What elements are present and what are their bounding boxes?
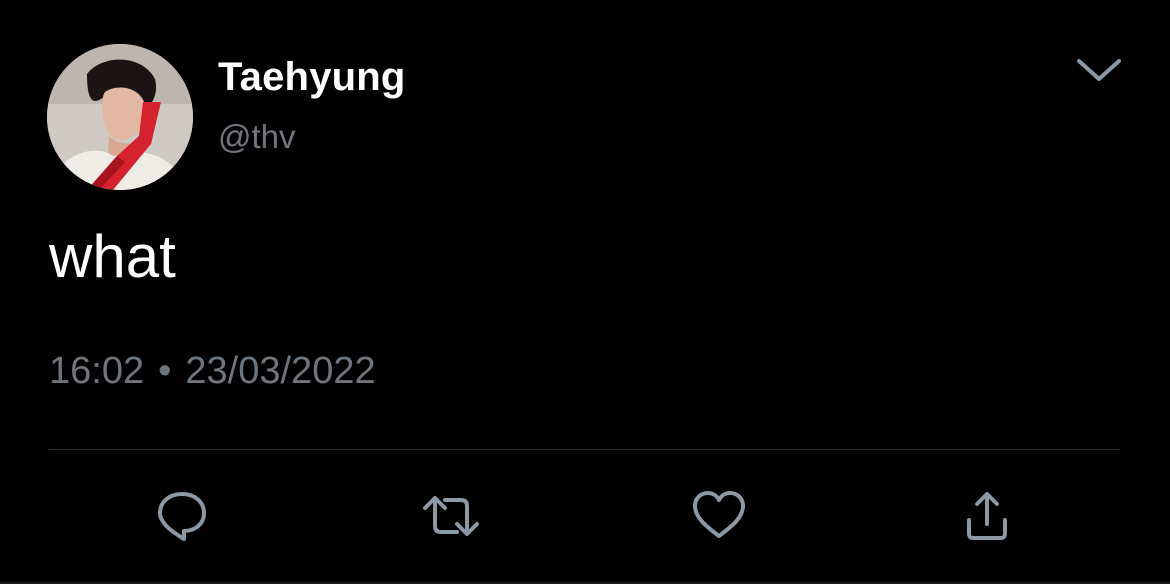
more-options-button[interactable] <box>1070 48 1128 92</box>
profile-photo <box>47 44 193 190</box>
tweet-timestamp: 16:02 • 23/03/2022 <box>49 350 376 393</box>
reply-button[interactable] <box>150 484 214 548</box>
share-upload-icon <box>967 492 1007 540</box>
user-handle[interactable]: @thv <box>218 118 296 156</box>
tweet-date: 23/03/2022 <box>185 350 376 392</box>
heart-icon <box>693 491 745 538</box>
chevron-down-icon <box>1077 59 1121 81</box>
share-button[interactable] <box>955 484 1019 548</box>
tweet-card: Taehyung @thv what 16:02 • 23/03/2022 <box>0 0 1170 584</box>
reply-bubble-icon <box>158 492 206 541</box>
tweet-text: what <box>49 223 176 290</box>
retweet-button[interactable] <box>419 484 483 548</box>
tweet-time: 16:02 <box>49 350 145 392</box>
retweet-arrows-icon <box>423 496 479 536</box>
meta-separator: • <box>158 350 172 392</box>
like-button[interactable] <box>687 484 751 548</box>
avatar[interactable] <box>47 44 193 190</box>
divider <box>49 449 1120 450</box>
display-name[interactable]: Taehyung <box>218 55 406 100</box>
